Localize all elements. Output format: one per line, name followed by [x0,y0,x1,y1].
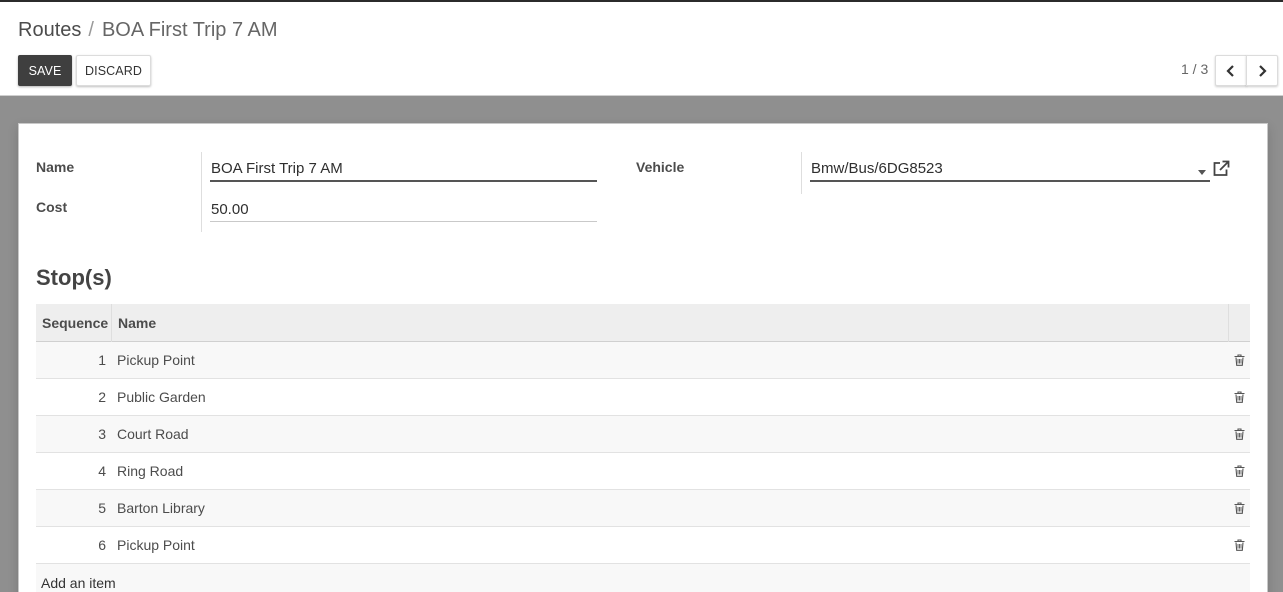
row-sequence: 2 [98,389,106,405]
save-button[interactable]: SAVE [18,55,72,86]
breadcrumb-current: BOA First Trip 7 AM [101,19,278,41]
trash-icon [1234,354,1244,366]
row-name: Pickup Point [117,537,195,553]
pager-previous-button[interactable] [1215,55,1247,86]
row-sequence: 6 [98,537,106,553]
column-header-actions [1228,303,1250,342]
trash-icon [1234,465,1244,477]
table-row[interactable]: 4 Ring Road [36,453,1250,490]
trash-icon [1234,428,1244,440]
table-row[interactable]: 6 Pickup Point [36,527,1250,564]
pager-next-button[interactable] [1246,55,1278,86]
stops-section-title: Stop(s) [36,265,112,290]
cost-label: Cost [36,199,68,215]
row-name: Public Garden [117,389,206,405]
row-sequence: 5 [98,500,106,516]
delete-row-button[interactable] [1228,502,1250,514]
table-row[interactable]: 2 Public Garden [36,379,1250,416]
column-header-sequence[interactable]: Sequence [36,303,112,342]
trash-icon [1234,391,1244,403]
delete-row-button[interactable] [1228,391,1250,403]
row-sequence: 3 [98,426,106,442]
right-group-separator [801,152,802,194]
delete-row-button[interactable] [1228,465,1250,477]
chevron-left-icon [1226,64,1234,77]
row-name: Court Road [117,426,189,442]
cost-input[interactable]: 50.00 [210,197,597,222]
row-sequence: 4 [98,463,106,479]
row-name: Ring Road [117,463,184,479]
caret-down-icon[interactable] [1198,170,1206,175]
pager-value[interactable]: 1 / 3 [1181,61,1208,77]
add-item-link[interactable]: Add an item [36,564,1250,592]
trash-icon [1234,539,1244,551]
trash-icon [1234,502,1244,514]
breadcrumb-routes-link[interactable]: Routes [18,19,81,42]
chevron-right-icon [1259,64,1267,77]
left-group-separator [201,152,202,232]
delete-row-button[interactable] [1228,354,1250,366]
breadcrumb-separator: / [88,19,94,41]
column-header-name[interactable]: Name [112,304,1228,342]
discard-button[interactable]: DISCARD [76,55,151,86]
external-link-icon[interactable] [1212,160,1230,177]
row-sequence: 1 [98,352,106,368]
vehicle-label: Vehicle [636,159,685,175]
delete-row-button[interactable] [1228,539,1250,551]
form-sheet: Name Cost BOA First Trip 7 AM 50.00 Vehi… [18,123,1268,592]
control-panel: Routes / BOA First Trip 7 AM SAVE DISCAR… [0,2,1283,96]
breadcrumb: Routes / BOA First Trip 7 AM [18,19,278,42]
row-name: Pickup Point [117,352,195,368]
stops-table: Sequence Name 1 Pickup Point 2 Public Ga… [36,303,1250,592]
table-row[interactable]: 1 Pickup Point [36,342,1250,379]
delete-row-button[interactable] [1228,428,1250,440]
vehicle-select[interactable]: Bmw/Bus/6DG8523 [810,157,1210,182]
name-label: Name [36,159,75,175]
table-row[interactable]: 3 Court Road [36,416,1250,453]
row-name: Barton Library [117,500,205,516]
table-header: Sequence Name [36,303,1250,342]
name-input[interactable]: BOA First Trip 7 AM [210,157,597,182]
table-row[interactable]: 5 Barton Library [36,490,1250,527]
